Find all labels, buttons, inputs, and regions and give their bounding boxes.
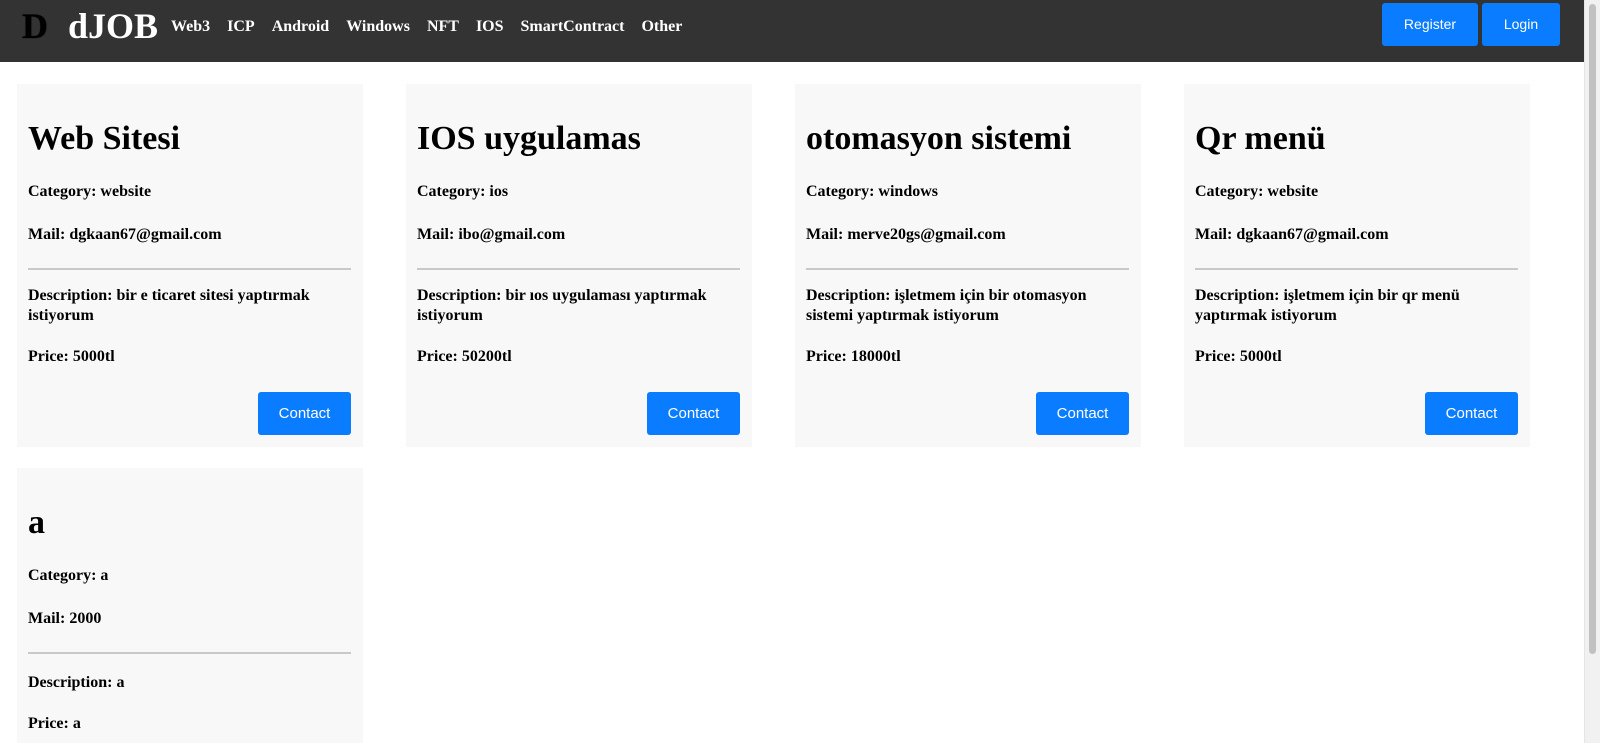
contact-button[interactable]: Contact <box>1036 392 1129 435</box>
price-value: 5000tl <box>72 348 115 365</box>
price-label: Price: <box>806 348 851 365</box>
nav-link-windows[interactable]: Windows <box>346 17 410 37</box>
brand-name[interactable]: dJOB <box>68 5 158 47</box>
job-mail: Mail: 2000 <box>28 609 351 629</box>
description-label: Description: <box>28 287 117 304</box>
job-title: IOS uygulamas <box>417 120 641 157</box>
job-category: Category: windows <box>806 182 1129 202</box>
price-value: 50200tl <box>461 348 512 365</box>
nav-link-icp[interactable]: ICP <box>227 17 255 37</box>
description-label: Description: <box>417 287 506 304</box>
job-description: Description: işletmem için bir otomasyon… <box>806 286 1129 326</box>
register-button[interactable]: Register <box>1382 3 1478 46</box>
job-mail: Mail: dgkaan67@gmail.com <box>28 225 351 245</box>
category-value: website <box>100 183 152 200</box>
mail-value: 2000 <box>69 610 102 627</box>
job-price: Price: 50200tl <box>417 347 740 367</box>
job-card: otomasyon sistemi Category: windows Mail… <box>795 84 1141 447</box>
mail-label: Mail: <box>806 226 848 243</box>
category-value: a <box>100 567 109 584</box>
job-title: Web Sitesi <box>28 120 181 157</box>
mail-label: Mail: <box>1195 226 1237 243</box>
job-description: Description: işletmem için bir qr menü y… <box>1195 286 1518 326</box>
price-label: Price: <box>1195 348 1240 365</box>
mail-label: Mail: <box>28 226 70 243</box>
contact-button[interactable]: Contact <box>647 392 740 435</box>
price-label: Price: <box>417 348 462 365</box>
job-title: otomasyon sistemi <box>806 120 1072 157</box>
nav-link-ios[interactable]: IOS <box>476 17 504 37</box>
job-category: Category: website <box>28 182 351 202</box>
divider <box>1195 268 1518 270</box>
login-button[interactable]: Login <box>1482 3 1560 46</box>
price-value: a <box>72 715 81 732</box>
category-label: Category: <box>28 183 101 200</box>
job-title: a <box>28 504 45 541</box>
navbar: D dJOB Web3 ICP Android Windows NFT IOS … <box>0 0 1584 62</box>
job-category: Category: a <box>28 566 351 586</box>
scrollbar-thumb[interactable] <box>1589 4 1596 654</box>
job-category: Category: website <box>1195 182 1518 202</box>
job-card: a Category: a Mail: 2000 Description: a … <box>17 468 363 743</box>
divider <box>28 268 351 270</box>
logo-icon[interactable]: D <box>22 6 48 46</box>
job-mail: Mail: dgkaan67@gmail.com <box>1195 225 1518 245</box>
nav-link-android[interactable]: Android <box>272 17 330 37</box>
job-card: IOS uygulamas Category: ios Mail: ibo@gm… <box>406 84 752 447</box>
price-value: 18000tl <box>850 348 901 365</box>
price-label: Price: <box>28 348 73 365</box>
mail-value: merve20gs@gmail.com <box>847 226 1006 243</box>
category-value: windows <box>878 183 938 200</box>
description-label: Description: <box>28 674 117 691</box>
nav-link-web3[interactable]: Web3 <box>171 17 210 37</box>
job-price: Price: 5000tl <box>1195 347 1518 367</box>
job-mail: Mail: ibo@gmail.com <box>417 225 740 245</box>
job-title: Qr menü <box>1195 120 1326 157</box>
contact-button[interactable]: Contact <box>258 392 351 435</box>
category-value: website <box>1267 183 1319 200</box>
nav-link-other[interactable]: Other <box>641 17 682 37</box>
category-value: ios <box>489 183 509 200</box>
category-label: Category: <box>417 183 490 200</box>
price-label: Price: <box>28 715 73 732</box>
job-card: Web Sitesi Category: website Mail: dgkaa… <box>17 84 363 447</box>
job-description: Description: a <box>28 673 351 693</box>
job-description: Description: bir ıos uygulaması yaptırma… <box>417 286 740 326</box>
category-label: Category: <box>1195 183 1268 200</box>
job-price: Price: 5000tl <box>28 347 351 367</box>
divider <box>806 268 1129 270</box>
mail-label: Mail: <box>417 226 459 243</box>
mail-label: Mail: <box>28 610 70 627</box>
job-card: Qr menü Category: website Mail: dgkaan67… <box>1184 84 1530 447</box>
vertical-scrollbar[interactable] <box>1584 0 1600 743</box>
description-label: Description: <box>806 287 895 304</box>
mail-value: dgkaan67@gmail.com <box>1236 226 1389 243</box>
mail-value: dgkaan67@gmail.com <box>69 226 222 243</box>
divider <box>28 652 351 654</box>
job-category: Category: ios <box>417 182 740 202</box>
job-price: Price: 18000tl <box>806 347 1129 367</box>
nav-links: Web3 ICP Android Windows NFT IOS SmartCo… <box>171 17 699 37</box>
description-value: a <box>116 674 125 691</box>
page: D dJOB Web3 ICP Android Windows NFT IOS … <box>0 0 1600 743</box>
nav-link-smartcontract[interactable]: SmartContract <box>521 17 625 37</box>
contact-button[interactable]: Contact <box>1425 392 1518 435</box>
divider <box>417 268 740 270</box>
category-label: Category: <box>28 567 101 584</box>
job-price: Price: a <box>28 714 351 734</box>
category-label: Category: <box>806 183 879 200</box>
job-mail: Mail: merve20gs@gmail.com <box>806 225 1129 245</box>
mail-value: ibo@gmail.com <box>458 226 566 243</box>
job-description: Description: bir e ticaret sitesi yaptır… <box>28 286 351 326</box>
description-label: Description: <box>1195 287 1284 304</box>
price-value: 5000tl <box>1239 348 1282 365</box>
nav-link-nft[interactable]: NFT <box>427 17 459 37</box>
